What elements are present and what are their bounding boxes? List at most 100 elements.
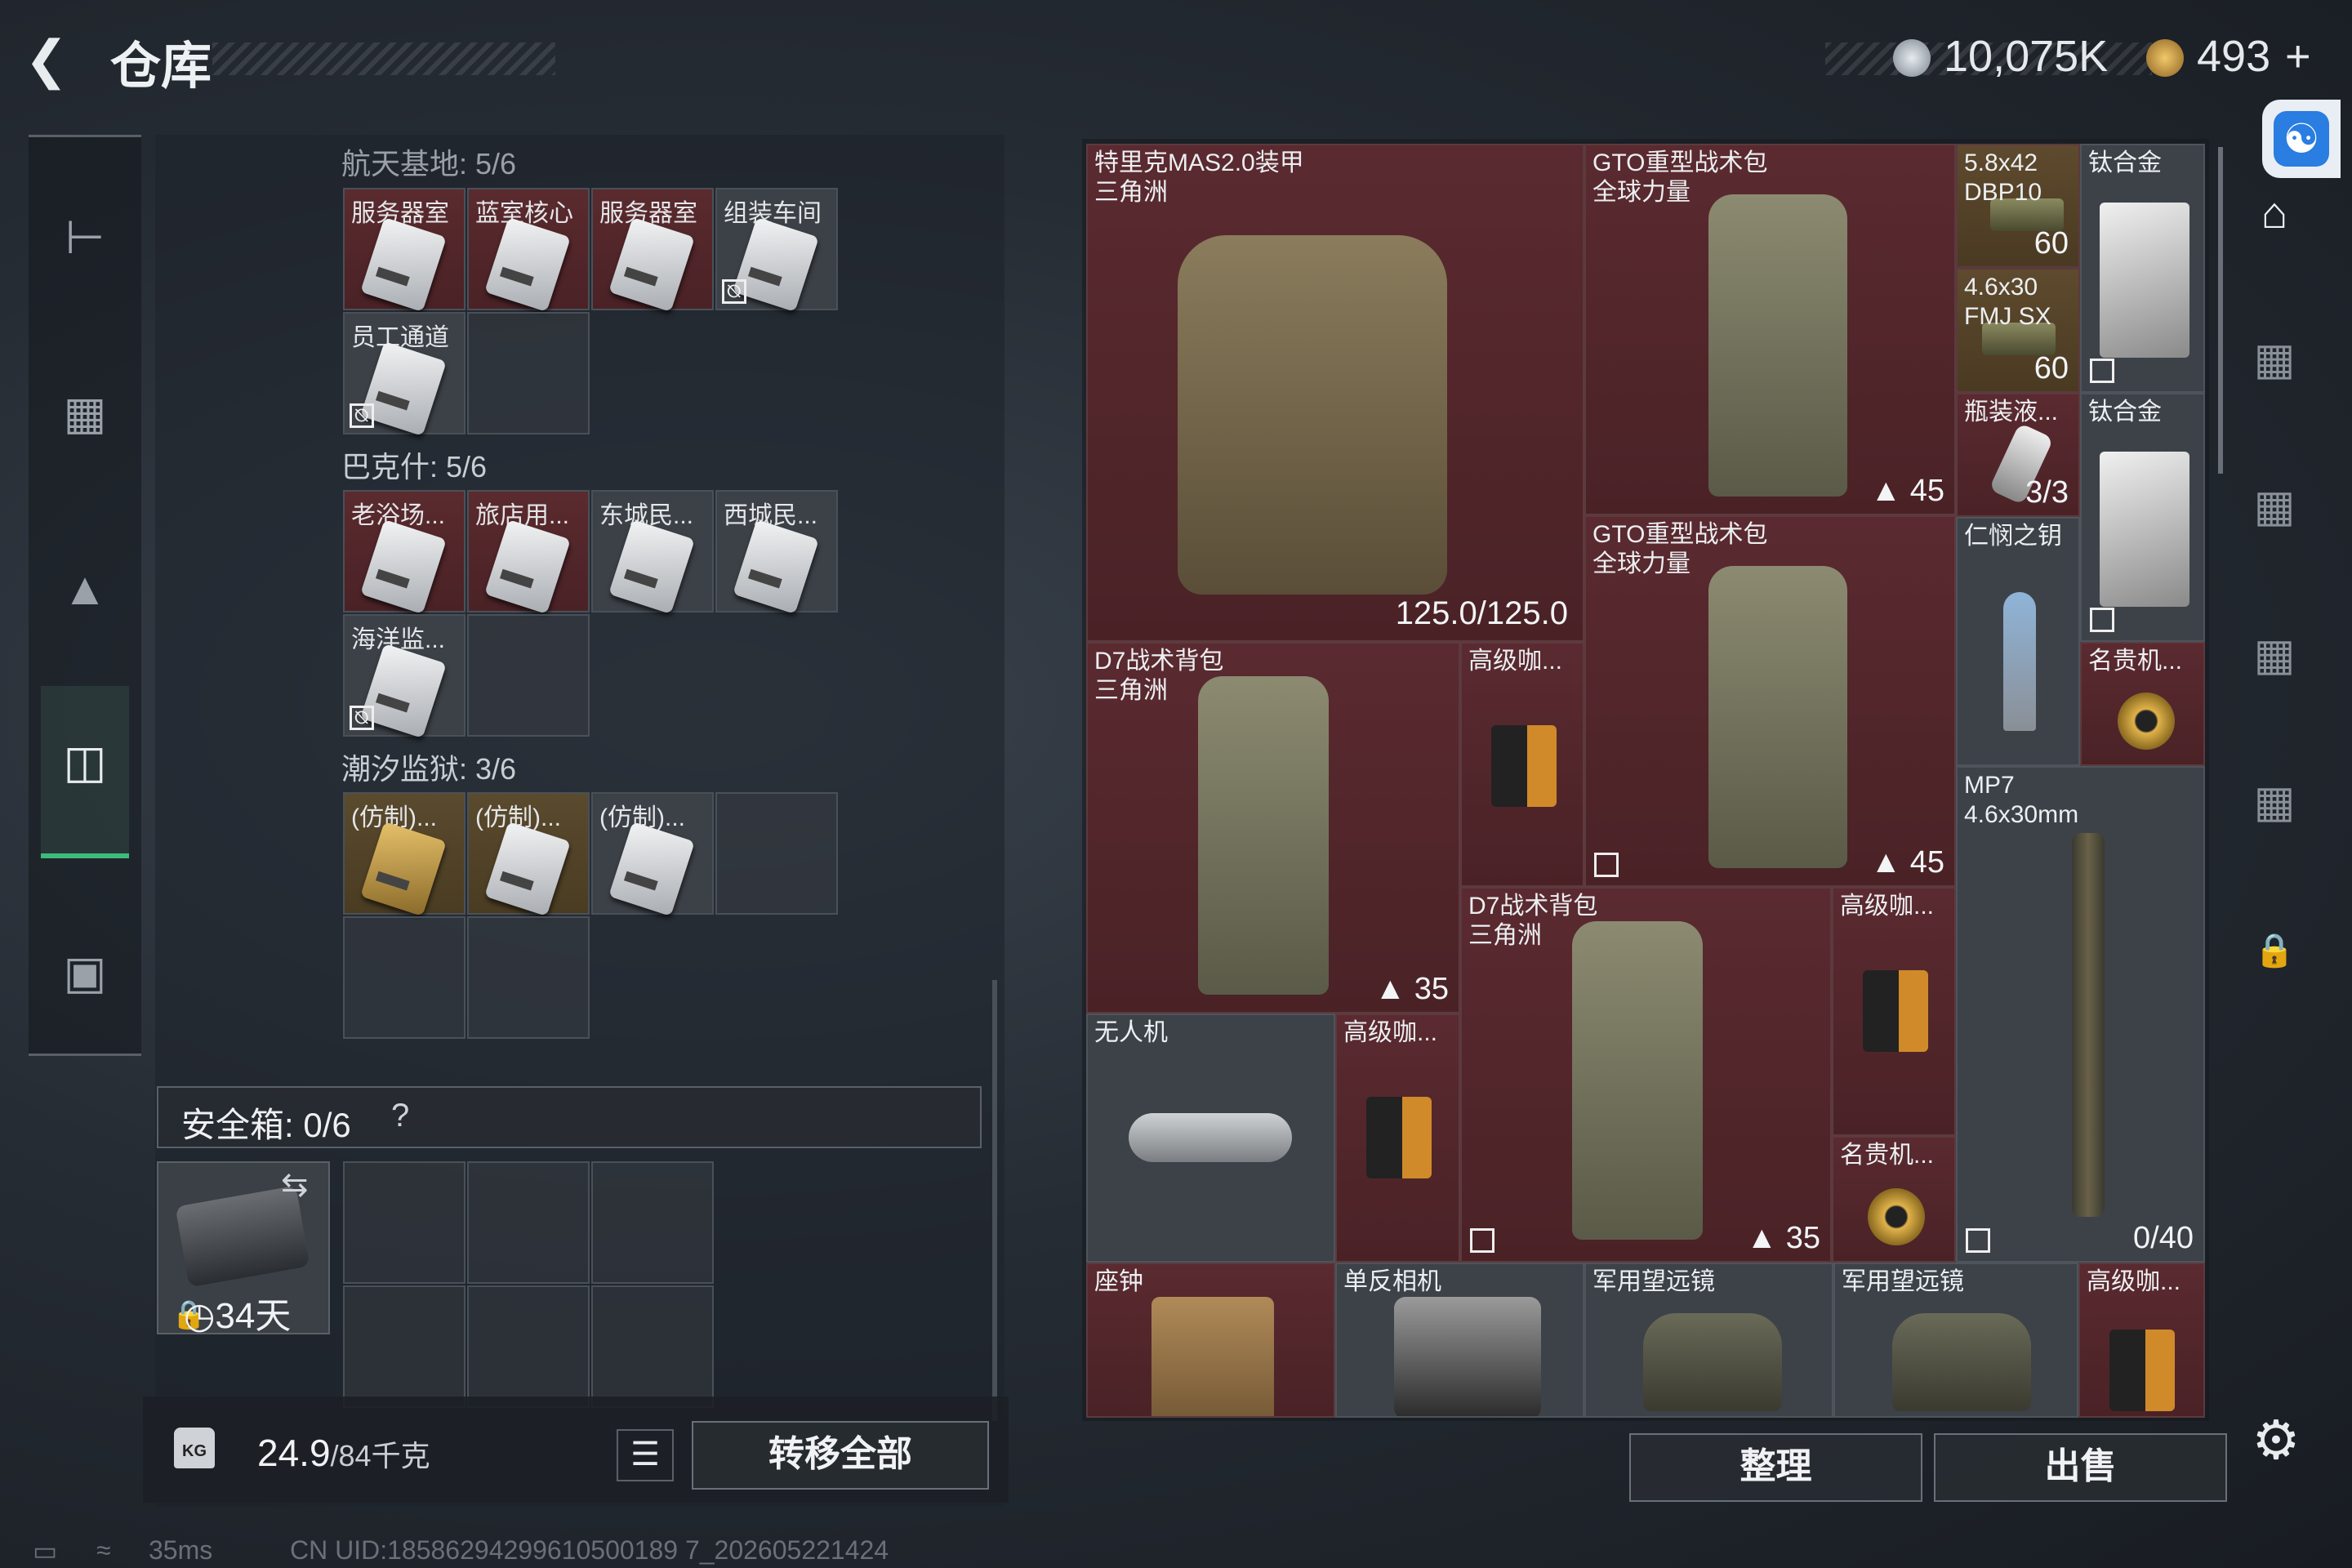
safebox-slot[interactable] <box>467 1161 590 1284</box>
weight-max: /84千克 <box>330 1439 430 1472</box>
sell-button[interactable]: 出售 <box>1934 1433 2227 1502</box>
item-binoculars[interactable]: 军用望远镜 <box>1584 1263 1833 1418</box>
keycard-slot[interactable]: 东城民... <box>591 490 714 615</box>
keycard-slot[interactable]: 员工通道 ⦰ <box>343 312 466 437</box>
currency-gold-value: 493 <box>2197 32 2271 81</box>
keycard-icon <box>608 519 695 615</box>
capacity-value: 35 <box>1414 972 1449 1006</box>
item-ammo-46x30[interactable]: 4.6x30 FMJ SX 60 <box>1956 268 2080 393</box>
coffee-bag-icon <box>1491 725 1557 807</box>
keycard-icon <box>360 821 447 917</box>
item-label: 仁悯之钥 <box>1964 523 2062 550</box>
empty-keycard-slot[interactable] <box>715 792 838 915</box>
empty-keycard-slot[interactable] <box>467 916 590 1039</box>
item-key[interactable]: 仁悯之钥 <box>1956 517 2080 766</box>
item-label: 高级咖... <box>2087 1268 2181 1295</box>
tier-2-icon[interactable]: ▦ <box>2238 629 2311 680</box>
item-ammo-58x42[interactable]: 5.8x42 DBP10 60 <box>1956 144 2080 268</box>
keycard-slot[interactable]: 组装车间 ⦰ <box>715 188 838 313</box>
item-bottle[interactable]: 瓶装液... 3/3 <box>1956 393 2080 517</box>
help-icon[interactable]: ? <box>391 1098 409 1134</box>
rail-item-active[interactable]: ◫ <box>41 686 129 858</box>
backpack-icon[interactable]: ▲ <box>29 562 141 615</box>
briefcase-icon[interactable]: ▣ <box>29 946 141 1000</box>
empty-keycard-slot[interactable] <box>343 916 466 1039</box>
item-label: 高级咖... <box>1343 1019 1438 1046</box>
list-view-button[interactable]: ☰ <box>617 1429 674 1481</box>
add-currency-button[interactable]: + <box>2285 31 2311 82</box>
no-trade-icon <box>1470 1228 1494 1253</box>
item-armor[interactable]: 特里克MAS2.0装甲 三角洲 125.0/125.0 <box>1086 144 1584 642</box>
item-label: 瓶装液... <box>1964 399 2059 425</box>
binoculars-icon <box>1643 1313 1782 1411</box>
keycard-slot[interactable]: 蓝室核心 <box>467 188 590 313</box>
safebox-slot[interactable] <box>591 1285 714 1408</box>
keycard-slot[interactable]: (仿制)... <box>591 792 714 917</box>
tier-1-icon[interactable]: ▦ <box>2238 776 2311 827</box>
safebox-timer: ◷34天 <box>184 1286 291 1339</box>
no-trade-icon <box>1594 853 1619 877</box>
keycard-slot[interactable]: (仿制)... <box>467 792 590 917</box>
titanium-plate-icon <box>2100 203 2189 358</box>
item-gto-backpack[interactable]: GTO重型战术包 全球力量 ▲ 45 <box>1584 515 1956 887</box>
watch-icon <box>2118 693 2175 750</box>
keycard-slot[interactable]: 海洋监... ⦰ <box>343 614 466 739</box>
settings-icon[interactable]: ⚙ <box>2247 1411 2305 1468</box>
safebox-slot[interactable] <box>343 1161 466 1284</box>
item-d7-backpack[interactable]: D7战术背包 三角洲 ▲ 35 <box>1086 642 1460 1013</box>
currency-silver-value: 10,075K <box>1944 32 2109 81</box>
item-watch[interactable]: 名贵机... <box>2080 642 2205 766</box>
empty-keycard-slot[interactable] <box>467 312 590 434</box>
item-camera[interactable]: 单反相机 <box>1335 1263 1584 1418</box>
tier-3-icon[interactable]: ▦ <box>2238 480 2311 532</box>
safebox-slot[interactable] <box>467 1285 590 1408</box>
weight-icon: KG <box>174 1428 215 1468</box>
transfer-all-button[interactable]: 转移全部 <box>692 1421 989 1490</box>
ping-readout: 35ms <box>149 1535 213 1565</box>
item-coffee[interactable]: 高级咖... <box>1335 1013 1460 1263</box>
item-coffee[interactable]: 高级咖... <box>2078 1263 2205 1418</box>
item-clock[interactable]: 座钟 <box>1086 1263 1335 1418</box>
keycard-slot[interactable]: 服务器室 <box>591 188 714 313</box>
item-label: 钛合金 <box>2088 399 2162 425</box>
stash-scrollbar[interactable] <box>2218 147 2223 474</box>
camera-icon <box>1394 1297 1541 1416</box>
item-label: 5.8x42 DBP10 <box>1964 149 2042 206</box>
item-d7-backpack[interactable]: D7战术背包 三角洲 ▲ 35 <box>1460 887 1832 1263</box>
keycard-slot[interactable]: 旅店用... <box>467 490 590 615</box>
item-watch[interactable]: 名贵机... <box>1832 1136 1956 1263</box>
keycard-slot[interactable]: (仿制)... <box>343 792 466 917</box>
left-scrollbar[interactable] <box>992 980 997 1421</box>
swap-icon[interactable]: ⇆ <box>281 1166 309 1204</box>
safebox-slot[interactable] <box>591 1161 714 1284</box>
gear-bag-icon[interactable]: ▦ <box>29 386 141 440</box>
keycard-slot[interactable]: 西城民... <box>715 490 838 615</box>
stash-grid: 特里克MAS2.0装甲 三角洲 125.0/125.0 GTO重型战术包 全球力… <box>1086 144 2205 1418</box>
item-binoculars[interactable]: 军用望远镜 <box>1833 1263 2078 1418</box>
item-label: 军用望远镜 <box>1592 1268 1715 1295</box>
backpack-icon <box>1708 194 1847 497</box>
empty-keycard-slot[interactable] <box>467 614 590 737</box>
item-titanium[interactable]: 钛合金 <box>2080 393 2205 642</box>
home-icon[interactable]: ⌂ <box>2238 188 2311 238</box>
item-coffee[interactable]: 高级咖... <box>1460 642 1584 887</box>
safebox-slot[interactable] <box>343 1285 466 1408</box>
uid-readout: CN UID:18586294299610500189 7_2026052214… <box>290 1535 889 1565</box>
item-count: 60 <box>2034 226 2069 261</box>
item-gto-backpack[interactable]: GTO重型战术包 全球力量 ▲ 45 <box>1584 144 1956 515</box>
sort-button[interactable]: 整理 <box>1629 1433 1922 1502</box>
keycard-slot[interactable]: 服务器室 <box>343 188 466 313</box>
backpack-icon <box>1572 921 1703 1240</box>
item-coffee[interactable]: 高级咖... <box>1832 887 1956 1136</box>
no-trade-icon <box>2090 359 2114 383</box>
pistol-icon[interactable]: ⊢ <box>29 211 141 265</box>
accessibility-button[interactable]: ☯ <box>2262 100 2341 178</box>
item-drone[interactable]: 无人机 <box>1086 1013 1335 1263</box>
item-label: 名贵机... <box>1840 1142 1935 1169</box>
keycard-slot[interactable]: 老浴场... <box>343 490 466 615</box>
item-titanium[interactable]: 钛合金 <box>2080 144 2205 393</box>
item-mp7[interactable]: MP7 4.6x30mm 0/40 <box>1956 766 2205 1263</box>
back-arrow-icon[interactable]: ❮ <box>24 31 90 88</box>
tier-4-icon[interactable]: ▦ <box>2238 333 2311 385</box>
no-trade-icon: ⦰ <box>350 403 374 428</box>
